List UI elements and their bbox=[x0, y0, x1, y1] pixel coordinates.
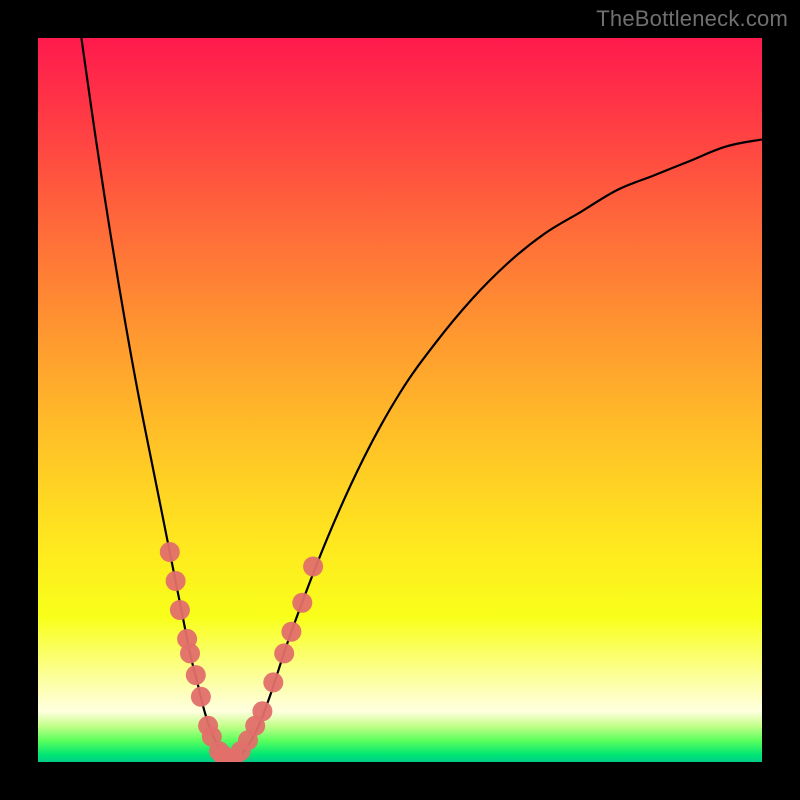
marker-dot bbox=[170, 600, 190, 620]
marker-dot bbox=[292, 593, 312, 613]
marker-group bbox=[160, 542, 323, 762]
curve-svg bbox=[38, 38, 762, 762]
chart-frame: TheBottleneck.com bbox=[0, 0, 800, 800]
marker-dot bbox=[160, 542, 180, 562]
marker-dot bbox=[303, 557, 323, 577]
marker-dot bbox=[252, 701, 272, 721]
marker-dot bbox=[166, 571, 186, 591]
marker-dot bbox=[191, 687, 211, 707]
marker-dot bbox=[180, 643, 200, 663]
curve-right-branch bbox=[226, 139, 762, 762]
watermark-text: TheBottleneck.com bbox=[596, 6, 788, 32]
marker-dot bbox=[281, 622, 301, 642]
marker-dot bbox=[274, 643, 294, 663]
curve-left-branch bbox=[81, 38, 226, 762]
marker-dot bbox=[186, 665, 206, 685]
plot-area bbox=[38, 38, 762, 762]
marker-dot bbox=[263, 672, 283, 692]
